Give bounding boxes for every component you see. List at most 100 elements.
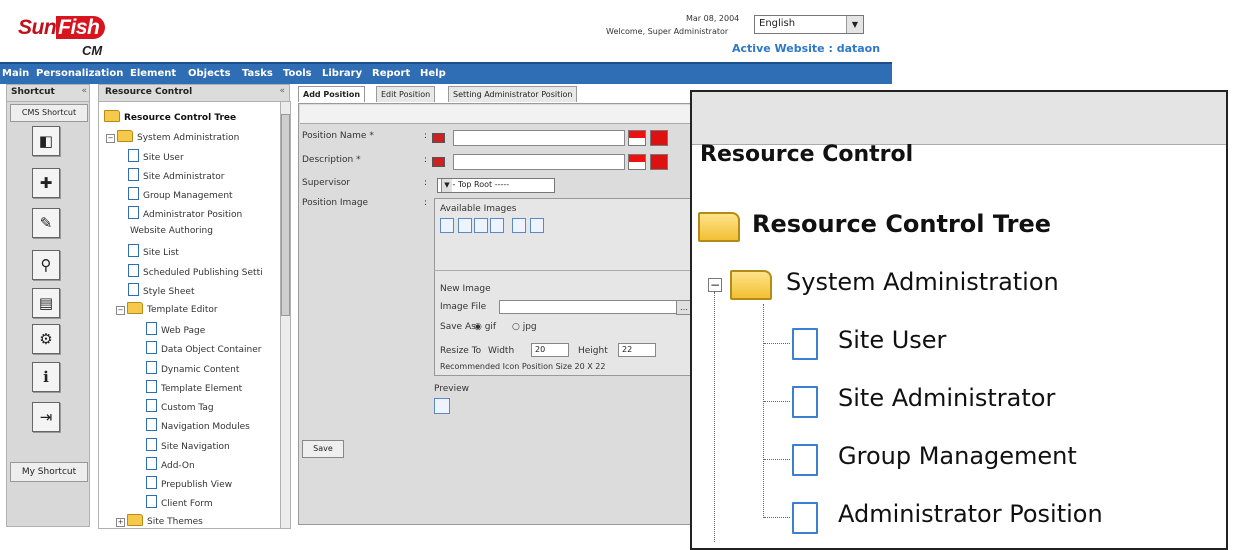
tab-add-position[interactable]: Add Position	[298, 86, 366, 102]
resize-to-label: Resize To	[440, 346, 482, 356]
document-icon[interactable]: ▤	[32, 288, 60, 318]
zoom-tree-system-administration[interactable]: System Administration	[786, 268, 1059, 296]
flag-china-icon[interactable]	[650, 130, 668, 146]
collapse-minus-icon[interactable]: −	[116, 306, 125, 315]
flag-china-icon[interactable]	[650, 154, 668, 170]
tree-item-administrator-position[interactable]: Administrator Position	[128, 206, 242, 220]
flag-indonesia-icon[interactable]	[628, 130, 646, 146]
tree-item-group-management[interactable]: Group Management	[128, 187, 233, 201]
folder-icon	[127, 514, 143, 526]
tree-item-dynamic-content[interactable]: Dynamic Content	[146, 361, 239, 375]
tab-bar: Add Position Edit Position Setting Admin…	[298, 86, 718, 102]
supervisor-select[interactable]: ----- Top Root ----- ▼	[437, 178, 555, 193]
position-image-icon[interactable]	[440, 218, 454, 233]
edit-icon[interactable]: ✎	[32, 208, 60, 238]
position-image-icon[interactable]	[530, 218, 544, 233]
folder-icon	[117, 130, 133, 142]
folder-icon	[127, 302, 143, 314]
my-shortcut-button[interactable]: My Shortcut	[10, 462, 88, 482]
tree-line	[764, 517, 790, 518]
collapse-icon[interactable]: «	[279, 86, 285, 96]
menu-element[interactable]: Element	[130, 68, 176, 79]
tree-item-site-administrator[interactable]: Site Administrator	[128, 168, 225, 182]
save-as-jpg-radio[interactable]: ○ jpg	[512, 322, 537, 332]
collapse-icon[interactable]: «	[81, 86, 87, 96]
page-icon	[128, 168, 139, 181]
tree-node-website-authoring[interactable]: Website Authoring	[130, 226, 213, 236]
folder-icon	[698, 212, 740, 242]
tree-line	[763, 304, 764, 518]
tree-item-site-navigation[interactable]: Site Navigation	[146, 438, 230, 452]
zoom-tree-site-administrator[interactable]: Site Administrator	[838, 384, 1055, 412]
tree-item-site-user[interactable]: Site User	[128, 149, 184, 163]
language-value: English	[759, 18, 796, 29]
menu-personalization[interactable]: Personalization	[36, 68, 123, 79]
authoring-icon[interactable]: ◧	[32, 126, 60, 156]
collapse-minus-icon[interactable]: −	[708, 278, 722, 292]
save-button[interactable]: Save	[302, 440, 344, 458]
zoom-title: Resource Control	[700, 142, 914, 167]
zoom-tree-group-management[interactable]: Group Management	[838, 442, 1077, 470]
tab-edit-position[interactable]: Edit Position	[376, 86, 436, 102]
position-image-icon[interactable]	[474, 218, 488, 233]
tree-item-custom-tag[interactable]: Custom Tag	[146, 399, 214, 413]
tree-item-data-object-container[interactable]: Data Object Container	[146, 341, 262, 355]
image-file-input[interactable]	[499, 300, 677, 314]
add-page-icon[interactable]: ✚	[32, 168, 60, 198]
search-icon[interactable]: ⚲	[32, 250, 60, 280]
description-input[interactable]	[453, 154, 625, 170]
language-select[interactable]: English ▼	[754, 15, 864, 34]
info-icon[interactable]: ℹ	[32, 362, 60, 392]
menu-tools[interactable]: Tools	[283, 68, 312, 79]
page-icon	[146, 457, 157, 470]
tree-node-system-administration[interactable]: − System Administration	[106, 130, 239, 143]
new-image-label: New Image	[440, 284, 491, 294]
position-image-icon[interactable]	[512, 218, 526, 233]
width-label: Width	[488, 346, 515, 356]
position-image-icon[interactable]	[458, 218, 472, 233]
tab-setting-administrator-position[interactable]: Setting Administrator Position	[448, 86, 578, 102]
menu-help[interactable]: Help	[420, 68, 446, 79]
tree-line	[764, 343, 790, 344]
chevron-down-icon[interactable]: ▼	[441, 179, 452, 192]
cms-shortcut-button[interactable]: CMS Shortcut	[10, 104, 88, 122]
tree-item-site-list[interactable]: Site List	[128, 244, 179, 258]
menu-tasks[interactable]: Tasks	[242, 68, 273, 79]
supervisor-label: Supervisor	[302, 178, 351, 188]
tree-scrollbar-thumb[interactable]	[281, 114, 290, 316]
height-label: Height	[578, 346, 608, 356]
menu-library[interactable]: Library	[322, 68, 362, 79]
tree-item-style-sheet[interactable]: Style Sheet	[128, 283, 195, 297]
menu-main[interactable]: Main	[2, 68, 29, 79]
position-image-icon[interactable]	[490, 218, 504, 233]
menu-objects[interactable]: Objects	[188, 68, 231, 79]
zoom-tree-administrator-position[interactable]: Administrator Position	[838, 500, 1103, 528]
width-input[interactable]: 20	[531, 343, 569, 357]
zoom-tree-root[interactable]: Resource Control Tree	[752, 210, 1051, 238]
tree-item-navigation-modules[interactable]: Navigation Modules	[146, 418, 250, 432]
tree-node-site-themes[interactable]: + Site Themes	[116, 514, 203, 527]
settings-icon[interactable]: ⚙	[32, 324, 60, 354]
page-icon	[146, 476, 157, 489]
logout-icon[interactable]: ⇥	[32, 402, 60, 432]
flag-indonesia-icon[interactable]	[628, 154, 646, 170]
flag-uk-icon	[432, 157, 445, 167]
menu-report[interactable]: Report	[372, 68, 410, 79]
tree-item-prepublish-view[interactable]: Prepublish View	[146, 476, 232, 490]
tree-item-client-form[interactable]: Client Form	[146, 495, 213, 509]
save-as-gif-radio[interactable]: ◉ gif	[474, 322, 496, 332]
zoom-tree-site-user[interactable]: Site User	[838, 326, 946, 354]
position-name-input[interactable]	[453, 130, 625, 146]
height-input[interactable]: 22	[618, 343, 656, 357]
expand-plus-icon[interactable]: +	[116, 518, 125, 527]
chevron-down-icon[interactable]: ▼	[846, 16, 863, 33]
tree-item-template-element[interactable]: Template Element	[146, 380, 242, 394]
page-icon	[146, 495, 157, 508]
tree-node-template-editor[interactable]: − Template Editor	[116, 302, 218, 315]
tree-item-web-page[interactable]: Web Page	[146, 322, 205, 336]
available-images-label: Available Images	[440, 204, 517, 214]
tree-item-scheduled-publishing[interactable]: Scheduled Publishing Setti	[128, 264, 263, 278]
collapse-minus-icon[interactable]: −	[106, 134, 115, 143]
tree-root[interactable]: Resource Control Tree	[104, 110, 236, 123]
tree-item-add-on[interactable]: Add-On	[146, 457, 195, 471]
